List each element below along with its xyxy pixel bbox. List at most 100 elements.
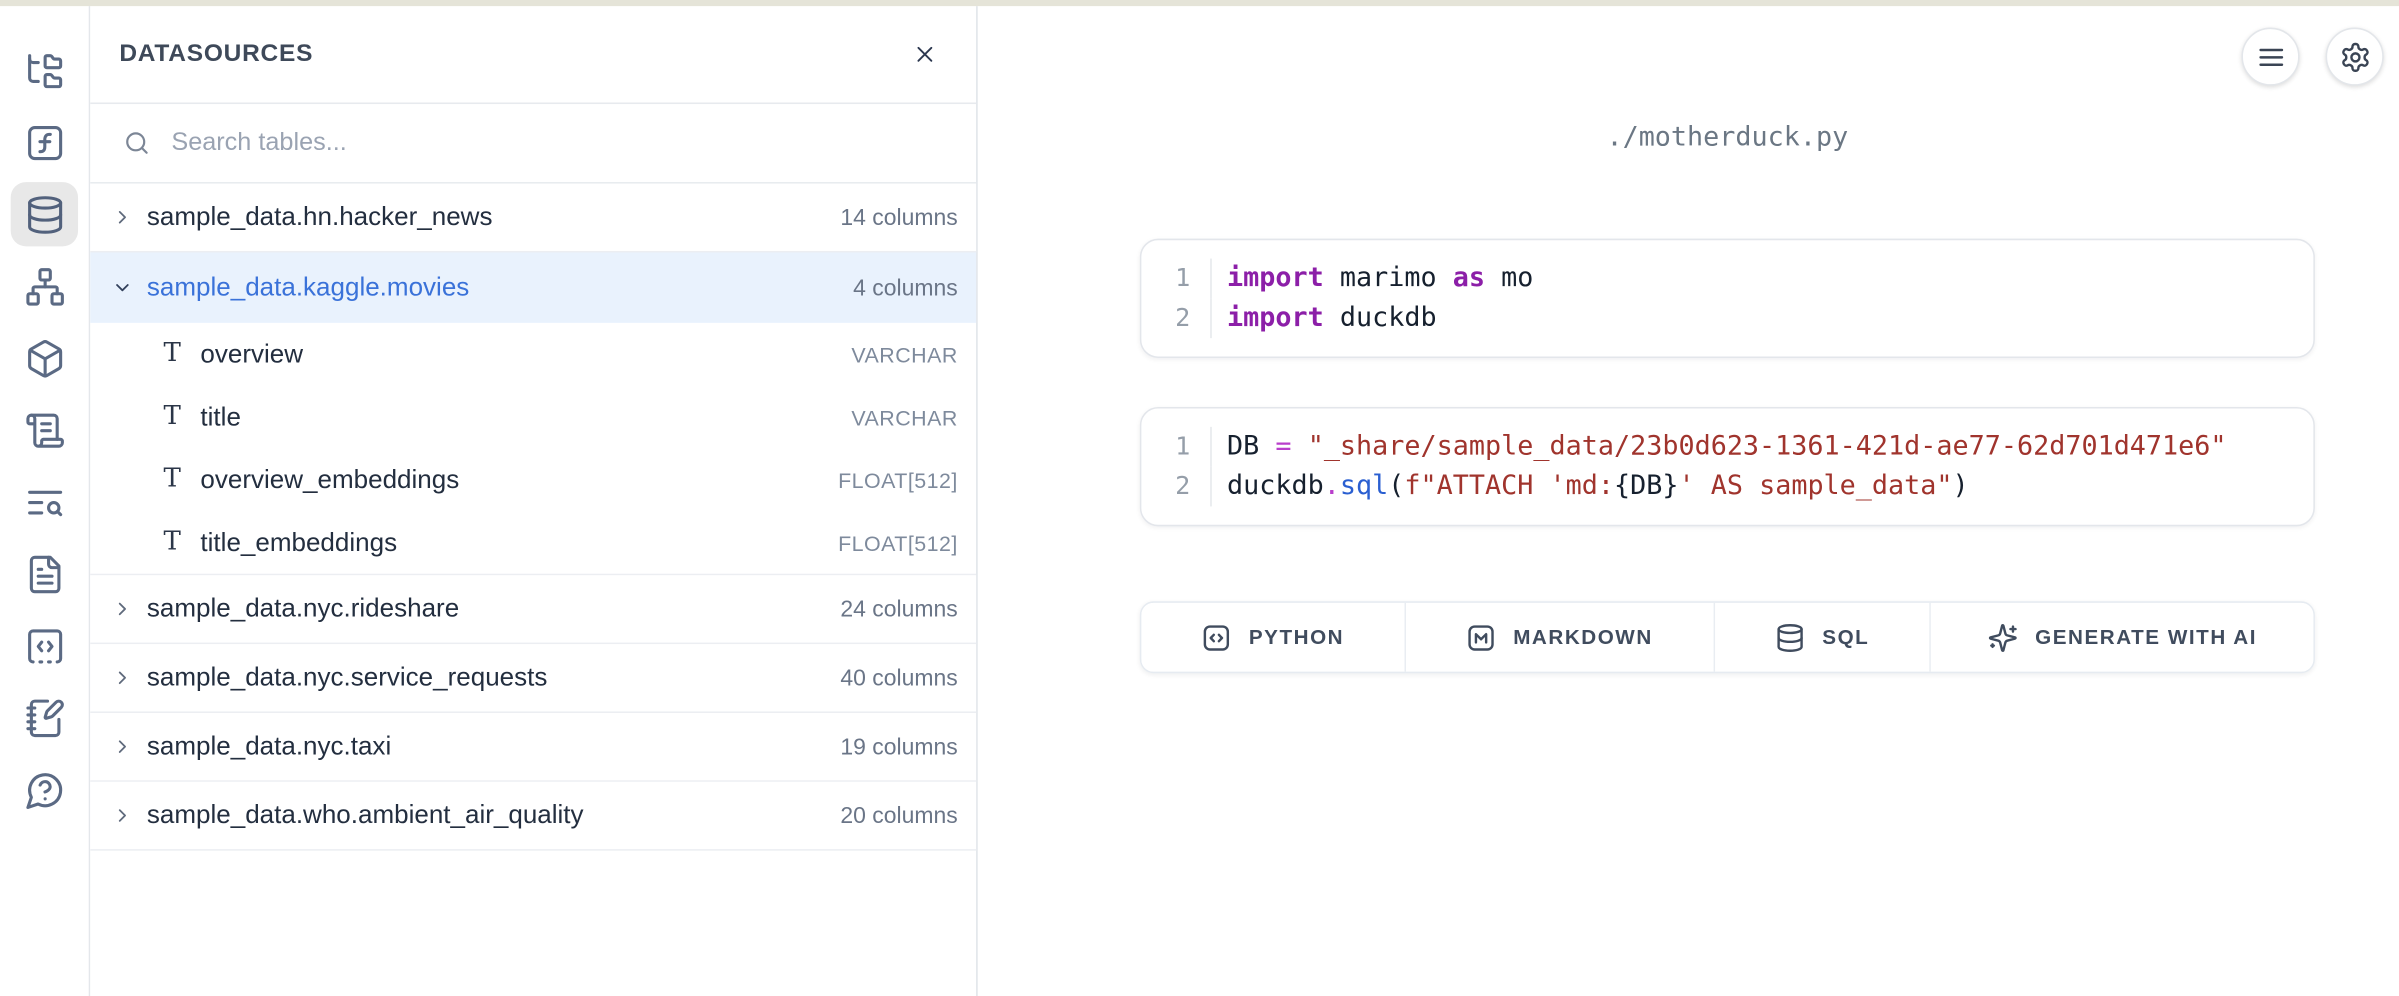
- sidebar-item-file-explorer[interactable]: [11, 38, 78, 102]
- gear-icon: [2339, 41, 2371, 73]
- network-icon: [24, 265, 65, 306]
- kaggle-movies-columns: T overview VARCHAR T title VARCHAR T ove…: [90, 323, 976, 575]
- markdown-square-icon: [1466, 622, 1497, 653]
- database-icon: [24, 194, 65, 235]
- tables-tree: sample_data.hn.hacker_news 14 columns sa…: [90, 184, 976, 851]
- settings-button[interactable]: [2326, 28, 2384, 86]
- close-icon: [911, 41, 937, 67]
- sidebar-item-help-chat[interactable]: [11, 757, 78, 821]
- sidebar-item-dependencies[interactable]: [11, 254, 78, 318]
- column-name: title: [200, 402, 240, 433]
- database-icon: [1775, 622, 1806, 653]
- column-row-title[interactable]: T title VARCHAR: [90, 386, 976, 449]
- function-square-icon: [24, 122, 65, 163]
- chevron-down-icon: [112, 277, 133, 298]
- table-row-kaggle-movies[interactable]: sample_data.kaggle.movies 4 columns: [90, 252, 976, 322]
- column-row-overview-embeddings[interactable]: T overview_embeddings FLOAT[512]: [90, 448, 976, 511]
- add-markdown-cell-button[interactable]: MARKDOWN: [1406, 603, 1715, 672]
- line-number: 1: [1141, 427, 1210, 467]
- sidebar-item-snippets[interactable]: [11, 614, 78, 678]
- columns-count: 19 columns: [840, 734, 957, 760]
- chevron-right-icon: [112, 805, 133, 826]
- box-icon: [24, 337, 65, 378]
- code-line: 1DB = "_share/sample_data/23b0d623-1361-…: [1141, 427, 2313, 467]
- column-row-title-embeddings[interactable]: T title_embeddings FLOAT[512]: [90, 511, 976, 574]
- chevron-right-icon: [112, 667, 133, 688]
- line-number: 2: [1141, 467, 1210, 507]
- add-python-cell-button[interactable]: PYTHON: [1141, 603, 1405, 672]
- add-cell-label: SQL: [1822, 626, 1869, 649]
- columns-count: 24 columns: [840, 596, 957, 622]
- table-row-taxi[interactable]: sample_data.nyc.taxi 19 columns: [90, 713, 976, 782]
- sidebar-item-logs[interactable]: [11, 398, 78, 462]
- columns-count: 20 columns: [840, 802, 957, 828]
- generate-with-ai-button[interactable]: GENERATE WITH AI: [1931, 603, 2313, 672]
- text-type-icon: T: [161, 404, 184, 430]
- text-type-icon: T: [161, 529, 184, 555]
- add-sql-cell-button[interactable]: SQL: [1714, 603, 1931, 672]
- code-cell-attach-db[interactable]: 1DB = "_share/sample_data/23b0d623-1361-…: [1140, 407, 2315, 526]
- table-name: sample_data.nyc.service_requests: [147, 662, 547, 693]
- code-text: DB = "_share/sample_data/23b0d623-1361-4…: [1210, 427, 2226, 467]
- notebook-area: ./motherduck.py 1import marimo as mo2imp…: [979, 6, 2399, 996]
- sidebar-item-search-logs[interactable]: [11, 470, 78, 534]
- column-type: VARCHAR: [851, 405, 957, 429]
- line-number: 1: [1141, 259, 1210, 299]
- text-type-icon: T: [161, 467, 184, 493]
- notebook-pen-icon: [24, 697, 65, 738]
- search-input[interactable]: [171, 129, 875, 158]
- code-cell-imports[interactable]: 1import marimo as mo2import duckdb: [1140, 239, 2315, 358]
- column-type: FLOAT[512]: [838, 467, 958, 491]
- folder-tree-icon: [24, 50, 65, 91]
- file-text-icon: [24, 553, 65, 594]
- sidebar-item-packages[interactable]: [11, 326, 78, 390]
- table-row-hacker-news[interactable]: sample_data.hn.hacker_news 14 columns: [90, 184, 976, 253]
- notebook-content: ./motherduck.py 1import marimo as mo2imp…: [1140, 6, 2315, 673]
- table-row-service-requests[interactable]: sample_data.nyc.service_requests 40 colu…: [90, 644, 976, 713]
- column-name: overview: [200, 339, 303, 370]
- sidebar-item-datasources[interactable]: [11, 182, 78, 246]
- search-icon: [122, 129, 151, 158]
- table-name: sample_data.hn.hacker_news: [147, 202, 493, 233]
- sidebar-item-documentation[interactable]: [11, 542, 78, 606]
- code-square-dashed-icon: [24, 625, 65, 666]
- table-row-ambient-air-quality[interactable]: sample_data.who.ambient_air_quality 20 c…: [90, 782, 976, 851]
- line-number: 2: [1141, 298, 1210, 338]
- add-cell-label: GENERATE WITH AI: [2035, 626, 2257, 649]
- table-name: sample_data.nyc.rideshare: [147, 594, 459, 625]
- table-search-bar: [90, 104, 976, 184]
- sidebar-item-variables[interactable]: [11, 110, 78, 174]
- sparkles-icon: [1988, 622, 2019, 653]
- column-row-overview[interactable]: T overview VARCHAR: [90, 323, 976, 386]
- text-type-icon: T: [161, 341, 184, 367]
- code-text: duckdb.sql(f"ATTACH 'md:{DB}' AS sample_…: [1210, 467, 1968, 507]
- code-line: 2import duckdb: [1141, 298, 2313, 338]
- top-accent-strip: [0, 0, 2399, 6]
- table-row-rideshare[interactable]: sample_data.nyc.rideshare 24 columns: [90, 575, 976, 644]
- code-text: import marimo as mo: [1210, 259, 1533, 299]
- code-text: import duckdb: [1210, 298, 1436, 338]
- panel-title: DATASOURCES: [119, 41, 313, 69]
- table-name: sample_data.kaggle.movies: [147, 272, 469, 303]
- table-name: sample_data.nyc.taxi: [147, 731, 391, 762]
- message-question-icon: [24, 769, 65, 810]
- columns-count: 14 columns: [840, 204, 957, 230]
- add-cell-label: MARKDOWN: [1513, 626, 1653, 649]
- columns-count: 4 columns: [853, 275, 958, 301]
- notebook-filename: ./motherduck.py: [1140, 121, 2315, 156]
- add-cell-label: PYTHON: [1249, 626, 1344, 649]
- text-search-icon: [24, 481, 65, 522]
- chevron-right-icon: [112, 598, 133, 619]
- datasources-header: DATASOURCES: [90, 6, 976, 104]
- column-name: title_embeddings: [200, 527, 397, 558]
- helper-panel-rail: [0, 6, 90, 996]
- chevron-right-icon: [112, 736, 133, 757]
- sidebar-item-scratchpad[interactable]: [11, 685, 78, 749]
- column-name: overview_embeddings: [200, 464, 459, 495]
- code-square-icon: [1201, 622, 1232, 653]
- column-type: FLOAT[512]: [838, 530, 958, 554]
- marimo-editor: DATASOURCES sample_data.hn.hacker_news 1…: [0, 0, 2399, 996]
- scroll-text-icon: [24, 409, 65, 450]
- close-panel-button[interactable]: [906, 36, 943, 73]
- add-cell-bar: PYTHON MARKDOWN SQL GENERATE WITH AI: [1140, 601, 2315, 673]
